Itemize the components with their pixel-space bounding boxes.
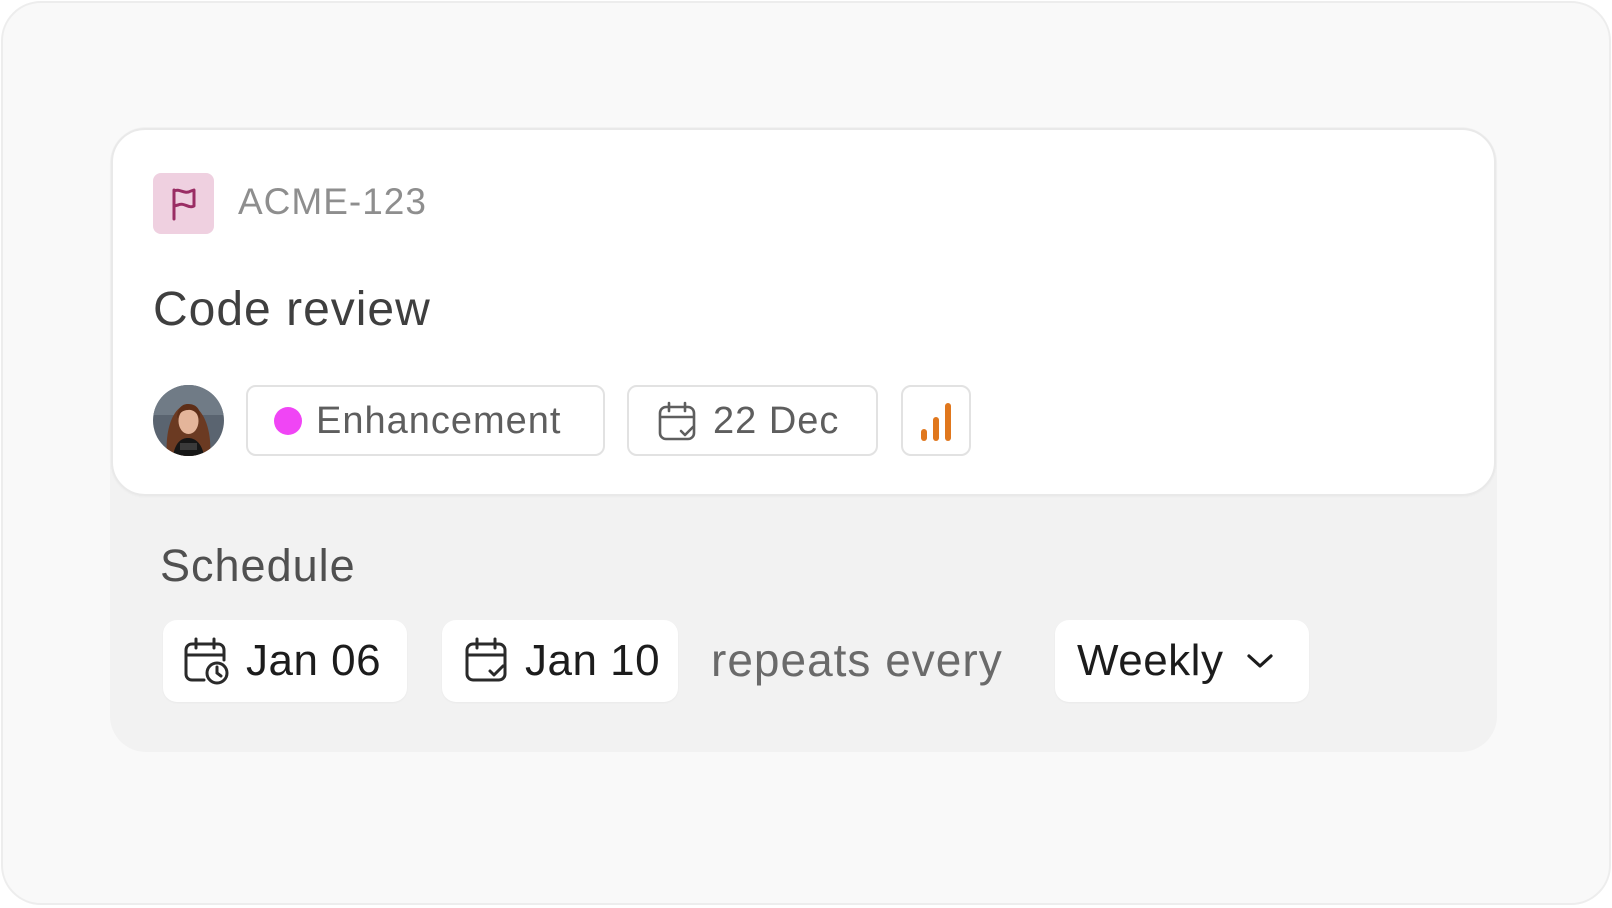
due-date-chip[interactable]: 22 Dec <box>627 385 878 456</box>
due-date-text: 22 Dec <box>713 399 840 442</box>
end-date-text: Jan 10 <box>525 636 661 685</box>
frequency-selected: Weekly <box>1077 636 1224 685</box>
calendar-clock-icon <box>184 637 229 685</box>
chevron-down-icon <box>1247 654 1274 668</box>
calendar-check-icon <box>465 637 507 682</box>
label-color-dot <box>274 406 302 435</box>
frequency-dropdown[interactable]: Weekly <box>1055 620 1309 702</box>
end-date-button[interactable]: Jan 10 <box>442 620 678 702</box>
issue-id: ACME-123 <box>238 181 427 222</box>
label-chip[interactable]: Enhancement <box>246 385 605 456</box>
label-chip-text: Enhancement <box>316 399 562 442</box>
avatar-image <box>153 385 224 456</box>
flag-icon <box>172 188 195 220</box>
signal-bars-icon <box>921 402 951 441</box>
calendar-check-icon <box>658 401 696 440</box>
start-date-text: Jan 06 <box>246 636 382 685</box>
priority-chip[interactable] <box>901 385 971 456</box>
issue-type-badge[interactable] <box>153 173 214 234</box>
issue-title[interactable]: Code review <box>153 280 431 340</box>
repeats-label: repeats every <box>711 634 1003 686</box>
start-date-button[interactable]: Jan 06 <box>163 620 407 702</box>
schedule-heading: Schedule <box>160 540 356 591</box>
assignee-avatar[interactable] <box>153 385 224 456</box>
